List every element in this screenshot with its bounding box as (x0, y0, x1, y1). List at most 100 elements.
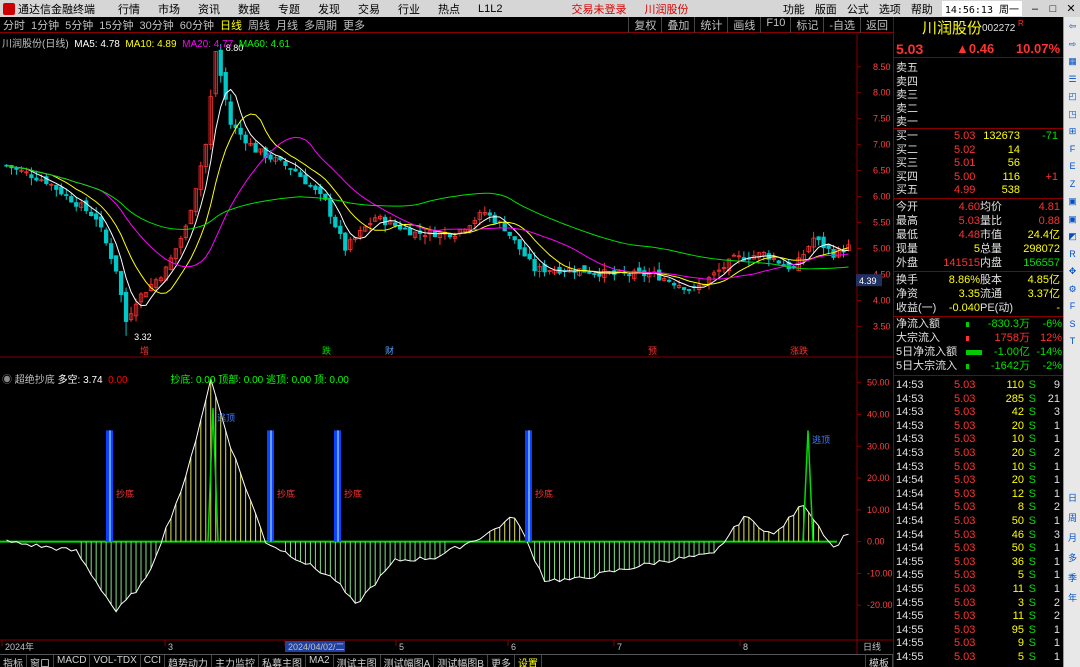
menu-topics[interactable]: 专题 (269, 1, 309, 17)
fe-icon[interactable]: E (1065, 159, 1080, 173)
bottom-tab[interactable]: 主力监控 (212, 655, 260, 667)
tool-adjust[interactable]: 复权 (628, 16, 661, 33)
ma5-line (6, 88, 849, 307)
menu-news[interactable]: 资讯 (189, 1, 229, 17)
tool-watchlist[interactable]: -自选 (823, 16, 860, 33)
tick-price: 5.03 (954, 474, 976, 487)
close-icon[interactable]: ✕ (1062, 2, 1080, 15)
bottom-tab[interactable]: 窗口 (27, 655, 54, 667)
chart3-icon[interactable]: ⊞ (1065, 124, 1080, 138)
tool-mark[interactable]: 标记 (790, 16, 823, 33)
stat-value2: 24.4亿 (1027, 229, 1060, 241)
menu-quotes[interactable]: 行情 (109, 1, 149, 17)
cube-icon[interactable]: ▣ (1065, 194, 1080, 208)
ind-axis-label: -20.00 (867, 600, 893, 610)
bottom-tab[interactable]: 测试主图 (334, 655, 381, 667)
menu-formula[interactable]: 公式 (842, 1, 874, 17)
menu-hot[interactable]: 热点 (429, 1, 469, 17)
cube2-icon[interactable]: ▣ (1065, 212, 1080, 226)
indicator-name[interactable]: 超绝抄底 (15, 375, 55, 386)
stat2-value: -0.040 (948, 302, 980, 314)
bottom-tab[interactable]: 更多 (488, 655, 515, 667)
stats2-divider (894, 271, 1064, 272)
menu-market[interactable]: 市场 (149, 1, 189, 17)
list-icon[interactable]: ☰ (1065, 72, 1080, 86)
period-tab[interactable]: 周线 (245, 17, 273, 33)
toolbar-period[interactable]: 日 (1065, 491, 1080, 505)
stat-value: 4.48 (958, 229, 980, 241)
f-icon[interactable]: F (1065, 299, 1080, 313)
template-button[interactable]: 模板 (865, 655, 893, 667)
price-axis-label: 7.50 (873, 114, 891, 124)
tick-side: S (1028, 569, 1036, 582)
menu-help[interactable]: 帮助 (906, 1, 938, 17)
period-tab[interactable]: 1分钟 (28, 17, 62, 33)
period-tab-active[interactable]: 日线 (217, 17, 245, 33)
move-icon[interactable]: ✥ (1065, 264, 1080, 278)
bottom-tab[interactable]: VOL-TDX (90, 655, 141, 667)
period-tab[interactable]: 分时 (0, 17, 28, 33)
bottom-tab[interactable]: MACD (54, 655, 91, 667)
period-tab[interactable]: 30分钟 (137, 17, 177, 33)
fz-icon[interactable]: Z (1065, 177, 1080, 191)
bottom-tab[interactable]: CCI (141, 655, 166, 667)
menu-function[interactable]: 功能 (778, 1, 810, 17)
menu-industry[interactable]: 行业 (389, 1, 429, 17)
toolbar-period[interactable]: 多 (1065, 551, 1080, 565)
menu-options[interactable]: 选项 (874, 1, 906, 17)
period-tab[interactable]: 多周期 (301, 17, 340, 33)
tool-stats[interactable]: 统计 (694, 16, 727, 33)
tick-count: 2 (1053, 501, 1060, 514)
tool-overlay[interactable]: 叠加 (661, 16, 694, 33)
arrow-left-icon[interactable]: ⇦ (1065, 19, 1080, 33)
menu-discover[interactable]: 发现 (309, 1, 349, 17)
toolbar-period[interactable]: 周 (1065, 511, 1080, 525)
menu-data[interactable]: 数据 (229, 1, 269, 17)
minimize-icon[interactable]: – (1026, 3, 1044, 15)
period-tab[interactable]: 月线 (273, 17, 301, 33)
tick-volume: 42 (1011, 406, 1024, 419)
bottom-tab[interactable]: 趋势动力 (165, 655, 213, 667)
tool-icon[interactable]: ⚙ (1065, 282, 1080, 296)
s-icon[interactable]: S (1065, 317, 1080, 331)
tick-side: S (1028, 501, 1036, 514)
bottom-tab[interactable]: 测试幅图B (434, 655, 488, 667)
kline-chart[interactable]: 8.508.007.507.006.506.005.505.004.504.00… (0, 34, 893, 654)
period-tab[interactable]: 5分钟 (62, 17, 96, 33)
chart-icon[interactable]: ◰ (1065, 89, 1080, 103)
tool-draw[interactable]: 画线 (727, 16, 760, 33)
menu-trade[interactable]: 交易 (349, 1, 389, 17)
trade-login-status[interactable]: 交易未登录 (511, 1, 635, 17)
menu-layout[interactable]: 版面 (810, 1, 842, 17)
chart4-icon[interactable]: ◩ (1065, 229, 1080, 243)
bottom-tab-settings[interactable]: 设置 (515, 655, 542, 667)
ind-axis-label: 50.00 (867, 378, 890, 388)
indicator-toggle-icon[interactable]: ◉ (2, 375, 12, 386)
tool-f10[interactable]: F10 (760, 16, 790, 33)
f10-icon[interactable]: F (1065, 142, 1080, 156)
bottom-tab[interactable]: 私募主图 (259, 655, 307, 667)
period-tab[interactable]: 60分钟 (177, 17, 217, 33)
period-tab[interactable]: 更多 (340, 17, 368, 33)
toolbar-period[interactable]: 月 (1065, 531, 1080, 545)
tool-back[interactable]: 返回 (860, 16, 893, 33)
period-tab[interactable]: 15分钟 (96, 17, 136, 33)
arrow-right-icon[interactable]: ⇨ (1065, 37, 1080, 51)
menu-l1l2[interactable]: L1L2 (469, 3, 511, 15)
maximize-icon[interactable]: □ (1044, 3, 1062, 15)
tick-time: 14:55 (896, 623, 924, 636)
toolbar-period[interactable]: 季 (1065, 571, 1080, 585)
t-icon[interactable]: T (1065, 334, 1080, 348)
chart2-icon[interactable]: ◳ (1065, 107, 1080, 121)
current-stock-name: 川润股份 (644, 3, 689, 16)
toolbar-period[interactable]: 年 (1065, 591, 1080, 605)
bottom-tab[interactable]: 指标 (0, 655, 27, 667)
candle-body (681, 287, 687, 290)
candle-body (228, 101, 233, 125)
escape-spike (802, 430, 814, 542)
bottom-tab[interactable]: 测试幅图A (381, 655, 435, 667)
rsi-icon[interactable]: R (1065, 247, 1080, 261)
bottom-tab[interactable]: MA2 (306, 655, 334, 667)
candle-body (223, 71, 228, 100)
grid-icon[interactable]: ▦ (1065, 54, 1080, 68)
